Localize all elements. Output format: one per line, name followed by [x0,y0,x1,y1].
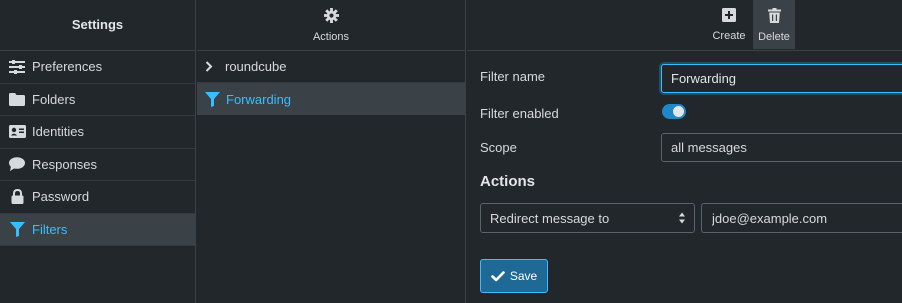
trash-icon [767,8,781,26]
save-button[interactable]: Save [480,259,548,293]
delete-label: Delete [758,31,790,43]
actions-label: Actions [312,31,350,43]
create-button[interactable]: Create [712,0,746,49]
id-card-icon [8,124,26,140]
create-label: Create [712,30,746,42]
settings-header: Settings [0,0,195,51]
menu-item-label: Folders [32,91,76,107]
menu-item-label: Filters [32,221,68,237]
toggle-knob [673,106,684,117]
menu-item-password[interactable]: Password [0,181,195,214]
menu-item-label: Preferences [32,59,103,75]
menu-item-preferences[interactable]: Preferences [0,51,195,84]
filter-item-label: Forwarding [226,91,292,107]
filter-name-label: Filter name [480,69,546,84]
menu-item-folders[interactable]: Folders [0,84,195,116]
action-type-value: Redirect message to [490,210,610,226]
redirect-address-input[interactable] [701,203,902,233]
filter-item-forwarding[interactable]: Forwarding [197,83,465,115]
save-label: Save [509,269,538,283]
comment-icon [8,156,26,172]
filter-enabled-toggle[interactable] [662,104,686,119]
delete-button[interactable]: Delete [753,0,795,49]
chevron-right-icon [205,61,217,72]
filter-icon [8,221,26,237]
scope-label: Scope [480,140,517,155]
plus-square-icon [722,8,736,25]
menu-item-label: Identities [32,124,85,140]
filter-enabled-label: Filter enabled [480,106,559,121]
menu-item-label: Password [32,189,90,205]
filter-icon [205,91,221,107]
filter-set-item[interactable]: roundcube [197,51,465,83]
settings-title: Settings [71,17,124,32]
menu-item-identities[interactable]: Identities [0,116,195,149]
lock-icon [8,189,26,205]
filters-list-panel: Actions roundcube Forwarding [197,0,466,303]
sliders-icon [8,59,26,75]
filter-set-label: roundcube [225,59,287,74]
scope-value: all messages [671,140,747,155]
actions-button[interactable]: Actions [197,0,465,49]
form-toolbar: Create Delete [467,0,902,51]
settings-menu: Preferences Folders Identities Responses… [0,51,195,246]
filters-list-header: Actions [197,0,465,51]
menu-item-label: Responses [32,156,98,172]
filter-name-input[interactable] [661,64,902,93]
gear-icon [323,8,339,26]
action-type-select[interactable]: Redirect message to [480,203,695,233]
settings-sidebar: Settings Preferences Folders Identities … [0,0,196,303]
menu-item-responses[interactable]: Responses [0,149,195,181]
scope-select[interactable]: all messages [661,133,902,162]
select-arrows-icon [678,211,686,225]
check-icon [491,270,505,282]
folder-icon [8,91,26,107]
actions-section-title: Actions [480,173,536,190]
menu-item-filters[interactable]: Filters [0,213,195,246]
filter-form-panel: Create Delete Filter name Filter enabled… [467,0,902,303]
